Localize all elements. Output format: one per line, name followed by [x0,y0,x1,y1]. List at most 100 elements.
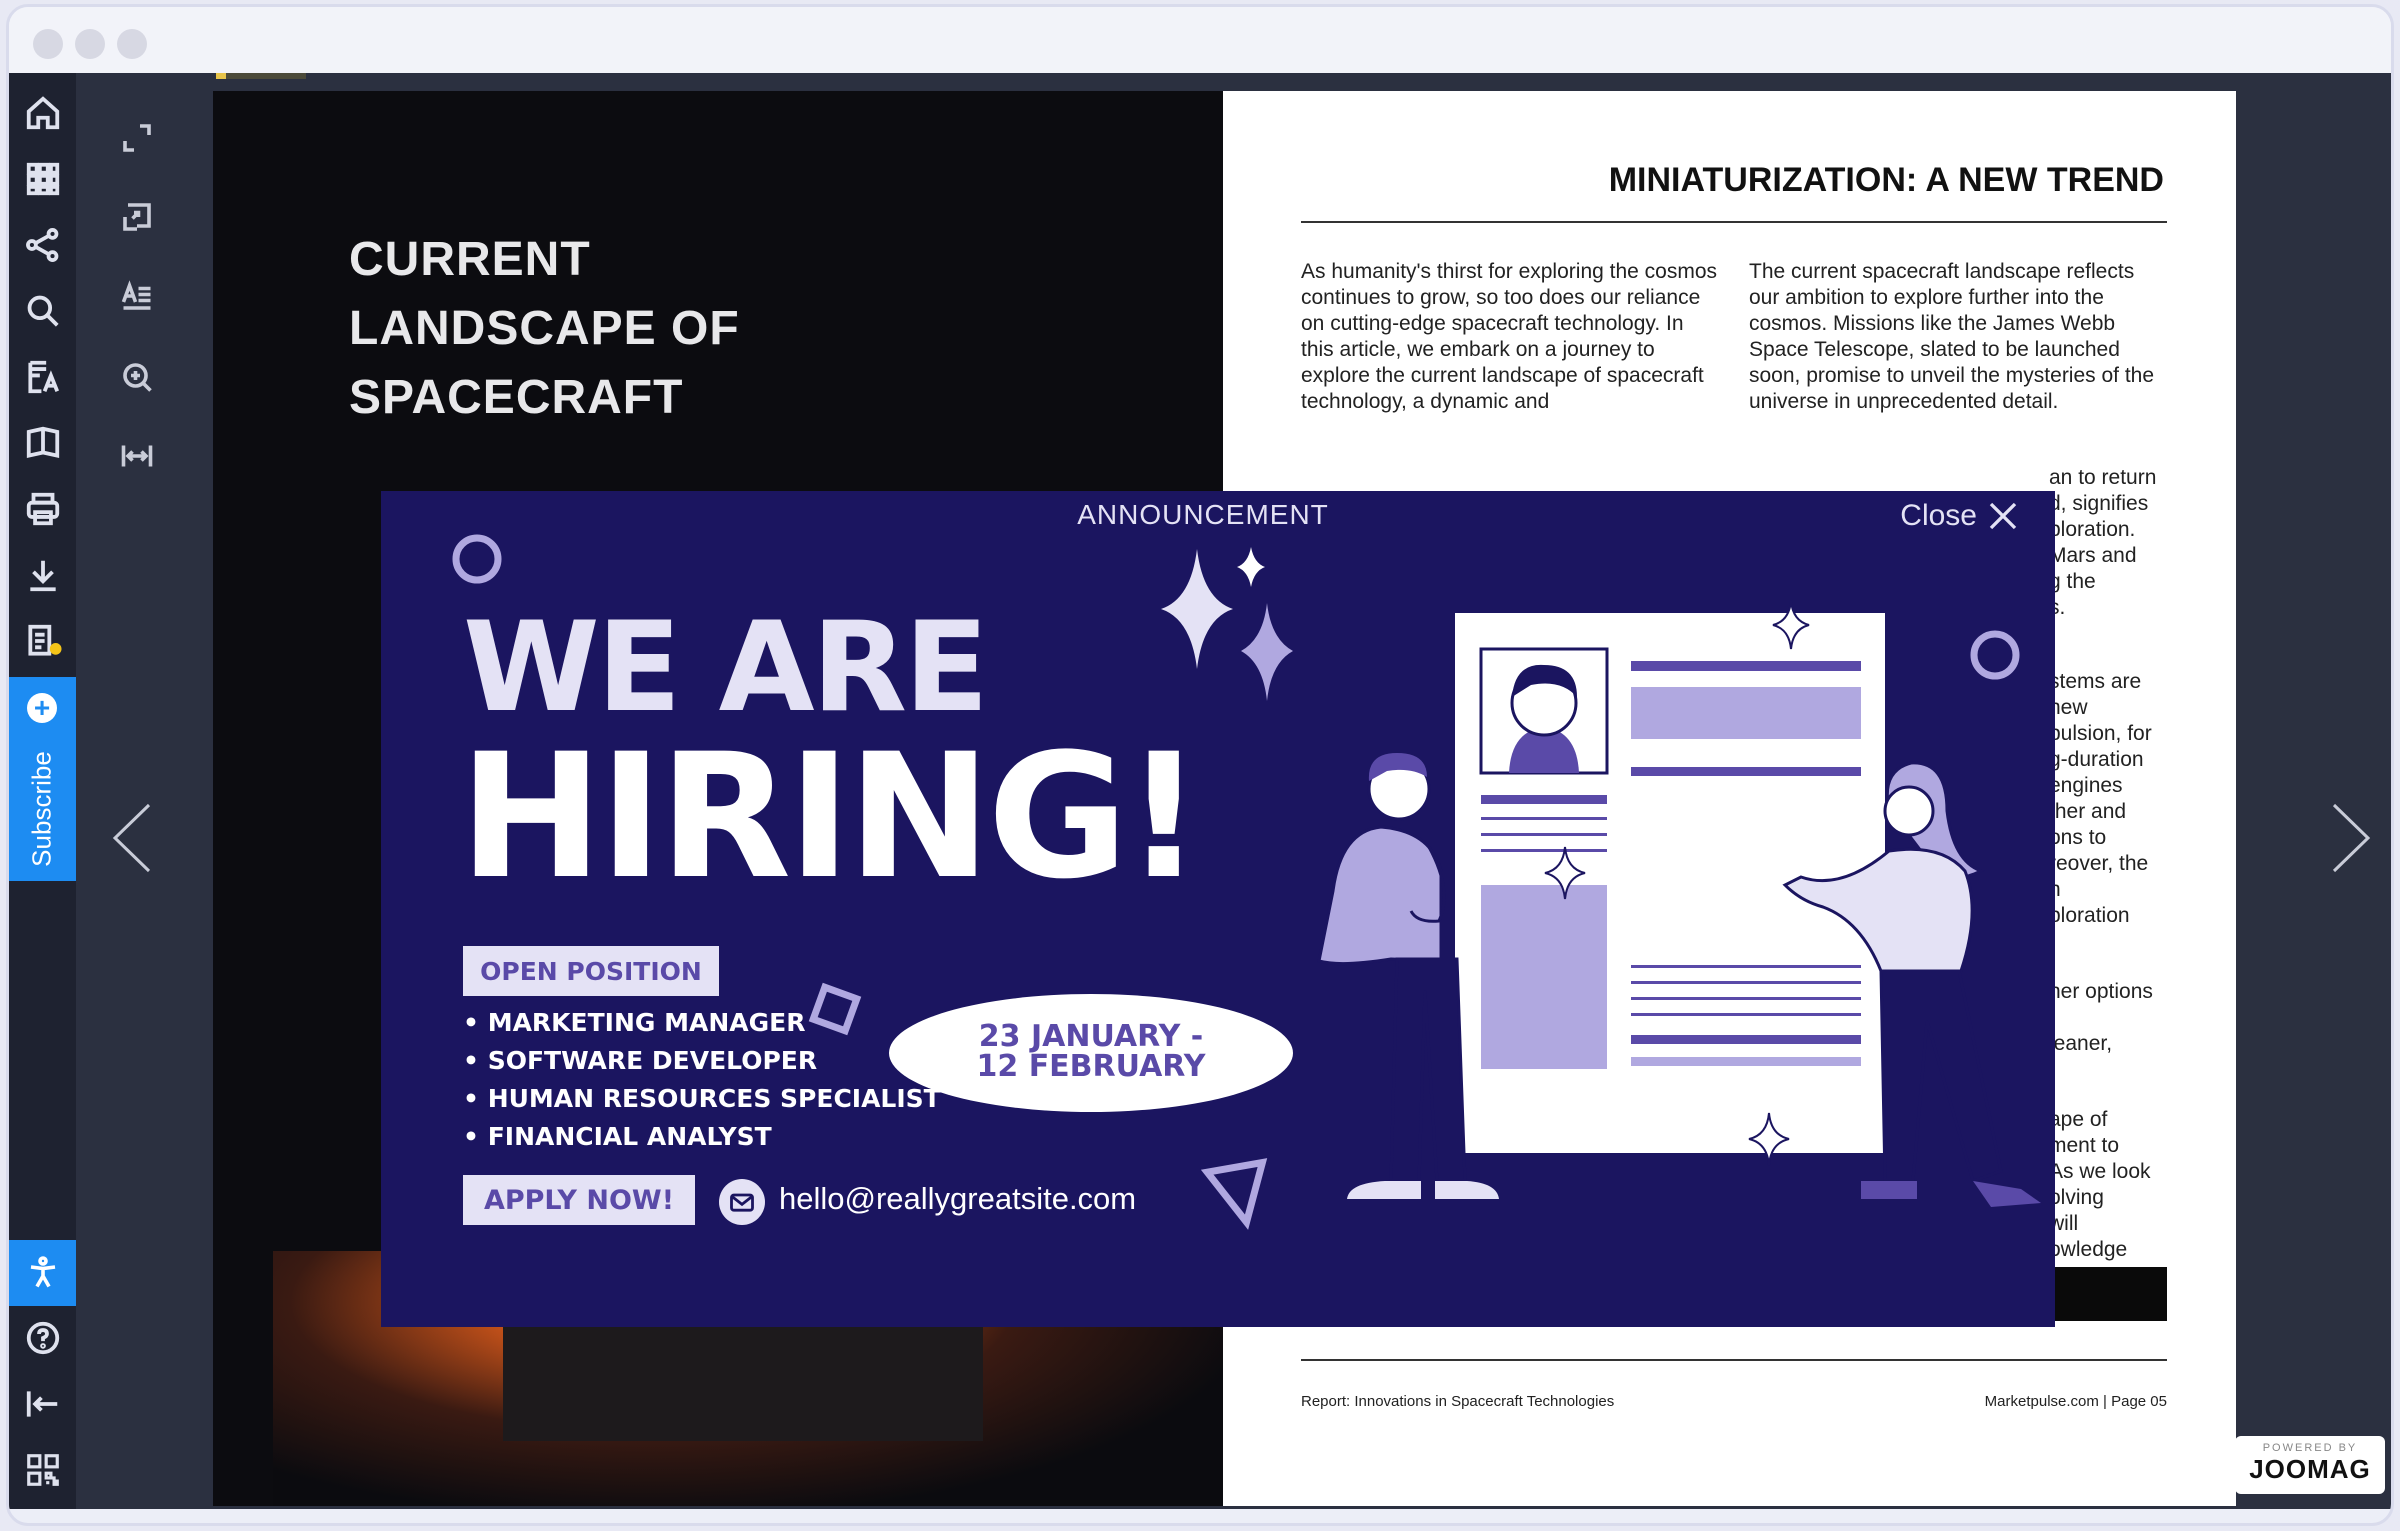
resume-line [1481,795,1607,804]
accessibility-icon[interactable] [9,1240,76,1306]
title-bar [9,7,2391,73]
subscribe-button[interactable]: + Subscribe [9,677,76,881]
close-window-dot[interactable] [33,29,63,59]
help-icon[interactable] [21,1316,65,1360]
zoom-in-icon[interactable] [110,350,164,404]
headline-we-are: WE ARE [463,596,989,740]
resume-photo-face [1510,669,1578,737]
share-icon[interactable] [21,223,65,267]
announcement-label: ANNOUNCEMENT [1077,499,1329,530]
grid-icon[interactable] [21,157,65,201]
article-heading: MINIATURIZATION: A NEW TREND [1608,161,2164,199]
date-start: 23 JANUARY - [978,1019,1204,1054]
plus-icon: + [27,693,57,723]
man-shoe-right [1435,1181,1499,1199]
man-shoe-left [1347,1181,1421,1199]
sparkle-medium [1241,603,1293,701]
resume-line [1631,997,1861,1000]
column-2-paragraph-5: ape of ment to As we look olving will ow… [2049,1108,2151,1261]
previous-page-arrow[interactable] [101,793,161,883]
tool-column [76,73,216,1509]
sparkle-small [1237,547,1265,587]
mail-icon [719,1179,765,1225]
woman-shoe-left [1861,1181,1917,1199]
resume-photo-frame [1479,647,1609,775]
resume-line [1631,965,1861,968]
joomag-badge[interactable]: POWERED BY JOOMAG [2235,1436,2385,1494]
job-item: HUMAN RESOURCES SPECIALIST [463,1080,941,1118]
resume-line [1481,833,1607,836]
article-column-2-visible-tail: an to return d, signifies ploration. Mar… [2049,439,2199,1313]
book-icon[interactable] [21,421,65,465]
date-end: 12 FEBRUARY [976,1049,1206,1084]
announcement-popup[interactable]: ANNOUNCEMENT Close WE ARE HIRING! OPEN P… [381,491,2055,1327]
left-sidebar: + Subscribe [9,73,76,1509]
sparkle-doc-top [1772,600,1810,650]
job-item: SOFTWARE DEVELOPER [463,1042,941,1080]
man-arm [1409,846,1446,923]
download-icon[interactable] [21,553,65,597]
article-column-1: As humanity's thirst for exploring the c… [1301,259,1721,439]
home-icon[interactable] [21,91,65,135]
close-label: Close [1900,499,1977,532]
woman-shoe-right [1973,1181,2041,1207]
next-page-arrow[interactable] [2322,793,2382,883]
qr-code-icon[interactable] [21,1448,65,1492]
apply-now-button[interactable]: APPLY NOW! [463,1175,695,1225]
left-page-title: CURRENT LANDSCAPE OF SPACECRAFT [349,225,740,432]
title-line-1: CURRENT [349,233,591,286]
search-icon[interactable] [21,289,65,333]
footer-page-info: Marketpulse.com | Page 05 [1984,1393,2167,1410]
resume-line [1631,1013,1861,1016]
column-1-paragraph: As humanity's thirst for exploring the c… [1301,260,1718,413]
man-legs [1389,957,1467,1183]
powered-by-label: POWERED BY [2262,1442,2358,1454]
woman-head [1883,785,1935,837]
column-2-paragraph-3: stems are new pulsion, for g-duration en… [2049,670,2152,927]
print-icon[interactable] [21,487,65,531]
job-item: MARKETING MANAGER [463,1004,941,1042]
flipbook-reader: + Subscribe CURRENT LANDSCAPE OF SPACECR… [9,73,2391,1509]
date-range-badge: 23 JANUARY - 12 FEBRUARY [889,994,1293,1112]
minimize-window-dot[interactable] [75,29,105,59]
resume-block [1631,687,1861,739]
text-icon[interactable] [21,355,65,399]
resume-document [1451,609,1889,1157]
resume-line [1631,661,1861,671]
maximize-window-dot[interactable] [117,29,147,59]
close-button[interactable]: Close [1900,499,2019,533]
job-list: MARKETING MANAGER SOFTWARE DEVELOPER HUM… [463,1004,941,1156]
sparkle-large [1161,549,1233,669]
title-line-2: LANDSCAPE OF [349,302,740,355]
text-view-icon[interactable] [110,269,164,323]
woman-legs [1879,969,2003,1183]
woman-hair [1885,761,1985,880]
column-2-paragraph-1: The current spacecraft landscape reflect… [1749,260,2155,413]
open-position-label: OPEN POSITION [463,946,719,996]
subscribe-label: Subscribe [26,751,57,867]
resume-line [1481,817,1607,820]
heading-divider [1301,221,2167,223]
fit-width-icon[interactable] [110,429,164,483]
collapse-icon[interactable] [21,1382,65,1426]
column-2-paragraph-4: her options leaner, [2049,980,2153,1055]
column-2-paragraph-2: an to return d, signifies ploration. Mar… [2049,466,2157,619]
resume-line [1631,1057,1861,1066]
pip-icon[interactable] [110,190,164,244]
resume-line [1631,767,1861,776]
man-body [1317,825,1443,966]
triangle-decoration [1200,1158,1268,1230]
fullscreen-icon[interactable] [110,111,164,165]
man-head [1367,757,1431,821]
resume-block [1481,885,1607,1069]
resume-photo-shoulders [1509,727,1579,773]
title-line-3: SPACECRAFT [349,371,684,424]
circle-decoration-left [452,534,502,584]
contact-email[interactable]: hello@reallygreatsite.com [779,1181,1136,1217]
close-icon [1989,502,2017,530]
sparkle-doc-mid [1544,846,1586,900]
notes-icon[interactable] [21,619,65,663]
job-item: FINANCIAL ANALYST [463,1118,941,1156]
man-hair [1368,753,1427,781]
article-column-2: The current spacecraft landscape reflect… [1749,259,2169,439]
